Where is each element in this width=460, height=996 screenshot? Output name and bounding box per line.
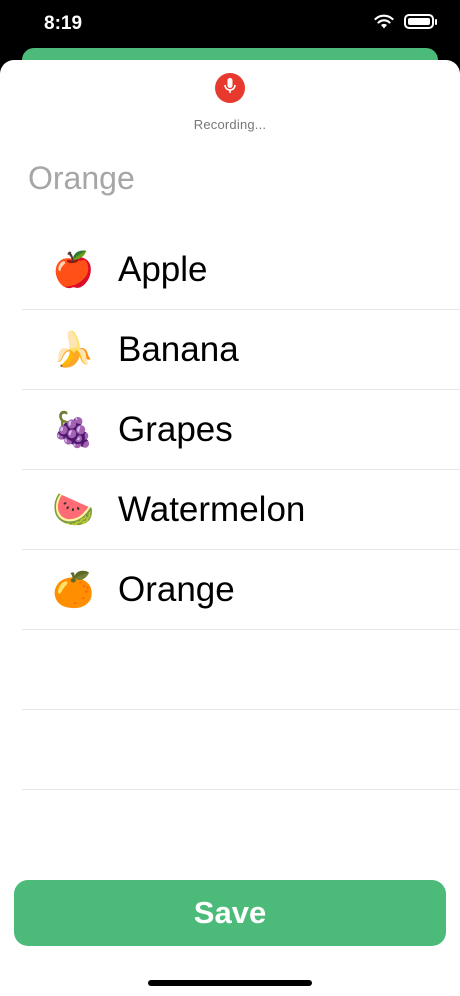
list-item[interactable]: 🍉 Watermelon [22, 470, 460, 550]
recording-status: Recording... [193, 117, 267, 132]
list-item-label: Grapes [118, 409, 233, 449]
apple-icon: 🍎 [52, 250, 95, 289]
list-item[interactable]: 🍌 Banana [22, 310, 460, 390]
status-time: 8:19 [44, 13, 83, 34]
list-item[interactable]: 🍇 Grapes [22, 390, 460, 470]
status-bar: 8:19 [0, 0, 460, 50]
battery-icon [404, 14, 437, 29]
fruit-list: 🍎 Apple 🍌 Banana 🍇 Grapes 🍉 Watermelon 🍊… [22, 230, 460, 790]
status-icons [374, 14, 437, 29]
home-indicator [148, 980, 312, 986]
list-item-label: Orange [118, 569, 235, 609]
grapes-icon: 🍇 [52, 410, 95, 449]
list-item-label: Watermelon [118, 489, 306, 529]
wifi-icon [374, 14, 394, 29]
list-item[interactable]: 🍊 Orange [22, 550, 460, 630]
orange-icon: 🍊 [52, 570, 95, 609]
save-button[interactable]: Save [14, 880, 446, 946]
watermelon-icon: 🍉 [52, 490, 95, 529]
search-field[interactable]: Orange [28, 160, 428, 204]
modal-sheet: Recording... Orange 🍎 Apple 🍌 Banana 🍇 G… [0, 60, 460, 996]
list-item[interactable]: 🍎 Apple [22, 230, 460, 310]
list-item-label: Apple [118, 249, 208, 289]
empty-list-item [22, 710, 460, 790]
microphone-icon [223, 77, 237, 100]
empty-list-item [22, 630, 460, 710]
microphone-button[interactable] [215, 73, 245, 103]
banana-icon: 🍌 [52, 330, 95, 369]
list-item-label: Banana [118, 329, 239, 369]
